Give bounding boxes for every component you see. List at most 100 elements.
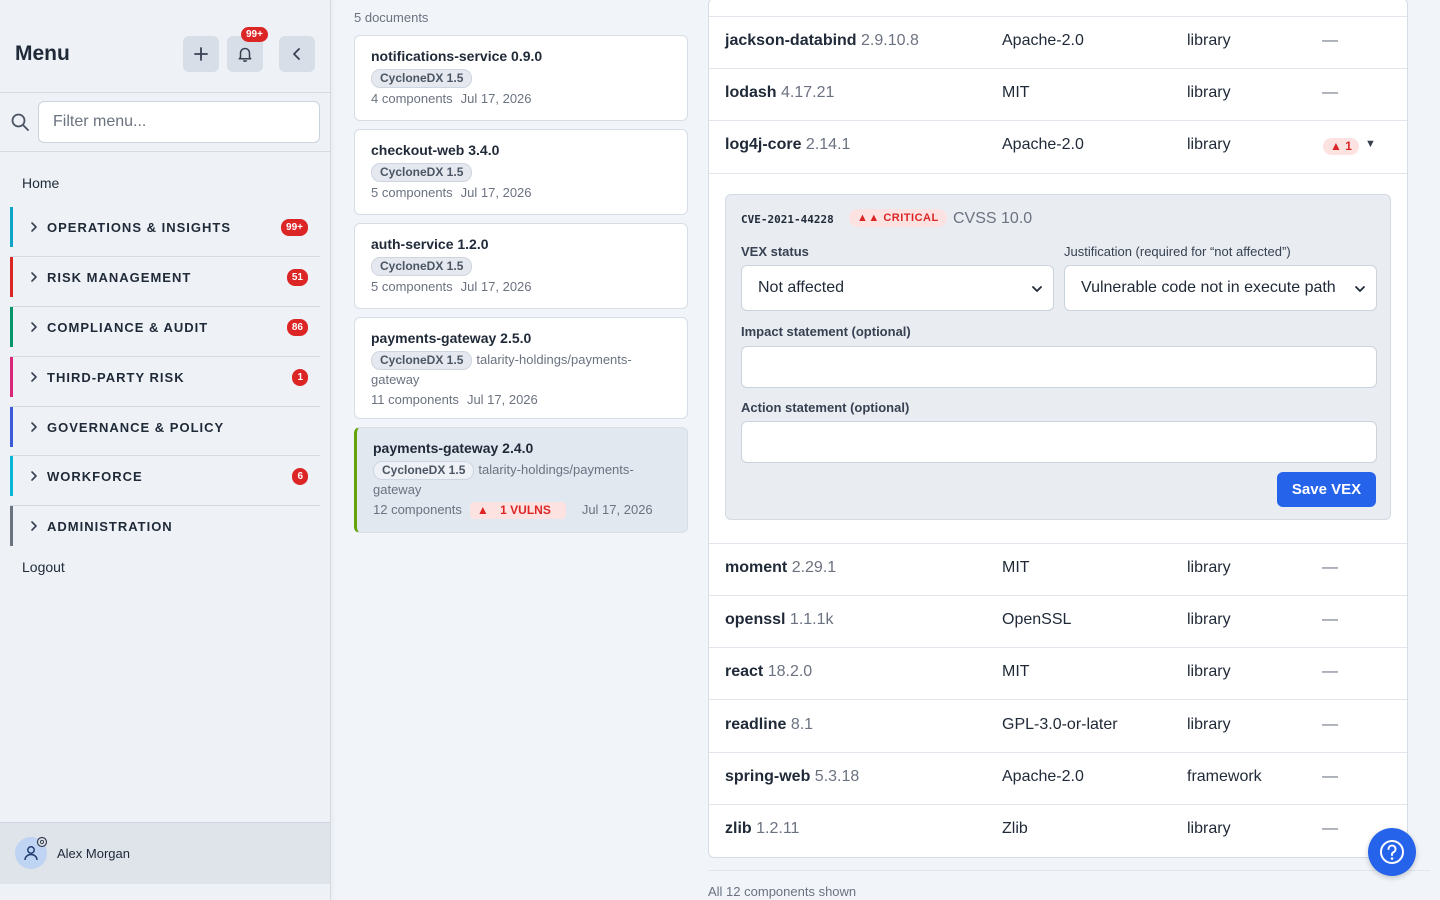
component-name: zlib 1.2.11 [725, 820, 800, 837]
component-license: MIT [1002, 559, 1030, 576]
nav-group-label: OPERATIONS & INSIGHTS [47, 220, 231, 235]
component-version: 18.2.0 [767, 663, 813, 680]
warning-triangle-icon: ▲ [476, 503, 489, 517]
nav-group-label: ADMINISTRATION [47, 519, 173, 534]
component-license: MIT [1002, 84, 1030, 101]
help-icon [1380, 840, 1404, 864]
vex-status-label: VEX status [741, 244, 809, 259]
table-row[interactable]: zlib 1.2.11 Zlib library — [709, 805, 1407, 857]
count-badge: 86 [286, 319, 308, 336]
nav-group-label: GOVERNANCE & POLICY [47, 420, 225, 435]
document-card-selected[interactable]: payments-gateway 2.4.0 CycloneDX 1.5 tala… [354, 427, 688, 533]
warning-triangle-icon: ▲▲ [857, 212, 880, 224]
component-name: jackson-databind 2.9.10.8 [725, 32, 919, 49]
document-card[interactable]: notifications-service 0.9.0 CycloneDX 1.… [354, 35, 688, 121]
component-license: GPL-3.0-or-later [1002, 716, 1118, 733]
table-row[interactable]: readline 8.1 GPL-3.0-or-later library — [709, 701, 1407, 753]
help-button[interactable] [1368, 828, 1416, 876]
vex-form: CVE-2021-44228 ▲▲ CRITICAL CVSS 10.0 VEX… [725, 194, 1391, 520]
save-vex-button[interactable]: Save VEX [1277, 472, 1376, 507]
nav-logout[interactable]: Logout [22, 559, 65, 575]
cve-id: CVE-2021-44228 [741, 213, 834, 226]
vulns-badge: ▲ 1 VULNS [469, 502, 566, 519]
component-version: 4.17.21 [781, 84, 835, 101]
impact-statement-input[interactable] [741, 346, 1377, 388]
component-version: 8.1 [790, 716, 814, 733]
component-vulns: — [1322, 32, 1338, 49]
nav-group-governance-policy[interactable]: GOVERNANCE & POLICY [10, 407, 320, 447]
component-type: library [1187, 663, 1231, 680]
component-name: log4j-core 2.14.1 [725, 136, 851, 153]
chevron-down-icon [1355, 286, 1365, 292]
table-row[interactable]: moment 2.29.1 MIT library — [709, 544, 1407, 596]
component-count: 12 components [373, 502, 462, 517]
nav-group-third-party-risk[interactable]: THIRD-PARTY RISK 1 [10, 357, 320, 397]
warning-triangle-icon: ▲ [1330, 139, 1342, 153]
component-type: library [1187, 716, 1231, 733]
component-license: Apache-2.0 [1002, 32, 1084, 49]
nav-group-operations-insights[interactable]: OPERATIONS & INSIGHTS 99+ [10, 207, 320, 247]
menu-search [0, 93, 330, 152]
components-table: jackson-databind 2.9.10.8 Apache-2.0 lib… [708, 0, 1408, 858]
search-icon [11, 113, 29, 131]
format-badge: CycloneDX 1.5 [371, 351, 473, 370]
document-card[interactable]: checkout-web 3.4.0 CycloneDX 1.5 5 compo… [354, 129, 688, 215]
format-badge: CycloneDX 1.5 [373, 461, 475, 480]
action-statement-label: Action statement (optional) [741, 400, 910, 415]
document-date: Jul 17, 2026 [460, 91, 532, 106]
divider [708, 870, 1440, 871]
table-row[interactable]: spring-web 5.3.18 Apache-2.0 framework — [709, 753, 1407, 805]
format-badge: CycloneDX 1.5 [371, 163, 473, 182]
chevron-right-icon [31, 322, 37, 332]
document-date: Jul 17, 2026 [460, 279, 532, 294]
component-name: openssl 1.1.1k [725, 611, 834, 628]
caret-down-icon[interactable]: ▼ [1365, 138, 1376, 150]
component-name: moment 2.29.1 [725, 559, 837, 576]
scrollbar[interactable] [1430, 0, 1440, 900]
collapse-sidebar-button[interactable] [279, 36, 315, 72]
sidebar: Menu 99+ Home OPERATIONS & INSIGHTS 99+ … [0, 0, 331, 900]
menu-filter-input[interactable] [38, 101, 320, 143]
table-row[interactable]: jackson-databind 2.9.10.8 Apache-2.0 lib… [709, 17, 1407, 69]
nav-home[interactable]: Home [22, 175, 59, 191]
component-vulns: — [1322, 84, 1338, 101]
component-license: MIT [1002, 663, 1030, 680]
bell-icon [238, 47, 252, 62]
vuln-count-badge[interactable]: ▲ 1 [1323, 138, 1359, 155]
format-badge: CycloneDX 1.5 [371, 257, 473, 276]
count-badge: 1 [292, 369, 308, 386]
table-row[interactable]: openssl 1.1.1k OpenSSL library — [709, 596, 1407, 648]
nav-group-risk-management[interactable]: RISK MANAGEMENT 51 [10, 257, 320, 297]
component-license: OpenSSL [1002, 611, 1072, 628]
chevron-right-icon [31, 372, 37, 382]
component-type: framework [1187, 768, 1262, 785]
table-row[interactable]: lodash 4.17.21 MIT library — [709, 69, 1407, 121]
user-profile[interactable]: Alex Morgan [0, 822, 330, 884]
component-count: 5 components [371, 185, 453, 200]
document-title: payments-gateway 2.4.0 [373, 440, 534, 456]
component-version: 2.14.1 [805, 136, 851, 153]
component-count: 5 components [371, 279, 453, 294]
justification-select[interactable]: Vulnerable code not in execute path [1064, 265, 1377, 311]
nav-group-label: THIRD-PARTY RISK [47, 370, 185, 385]
component-vulns: — [1322, 768, 1338, 785]
component-vulns: — [1322, 611, 1338, 628]
table-row[interactable]: react 18.2.0 MIT library — [709, 648, 1407, 700]
component-vulns: — [1322, 559, 1338, 576]
nav-group-label: RISK MANAGEMENT [47, 270, 192, 285]
nav-group-compliance-audit[interactable]: COMPLIANCE & AUDIT 86 [10, 307, 320, 347]
component-vulns: — [1322, 663, 1338, 680]
nav-group-workforce[interactable]: WORKFORCE 6 [10, 456, 320, 496]
gear-icon [36, 836, 48, 848]
nav-group-administration[interactable]: ADMINISTRATION [10, 506, 320, 546]
nav-group-label: COMPLIANCE & AUDIT [47, 320, 209, 335]
vex-status-select[interactable]: Not affected [741, 265, 1054, 311]
chevron-right-icon [31, 222, 37, 232]
component-count: 11 components [371, 392, 459, 407]
document-card[interactable]: payments-gateway 2.5.0 CycloneDX 1.5 tala… [354, 317, 688, 419]
action-statement-input[interactable] [741, 421, 1377, 463]
add-button[interactable] [183, 36, 219, 72]
document-card[interactable]: auth-service 1.2.0 CycloneDX 1.5 5 compo… [354, 223, 688, 309]
component-vulns: — [1322, 820, 1338, 837]
table-row-expanded[interactable]: log4j-core 2.14.1 Apache-2.0 library ▲ 1… [709, 121, 1407, 174]
